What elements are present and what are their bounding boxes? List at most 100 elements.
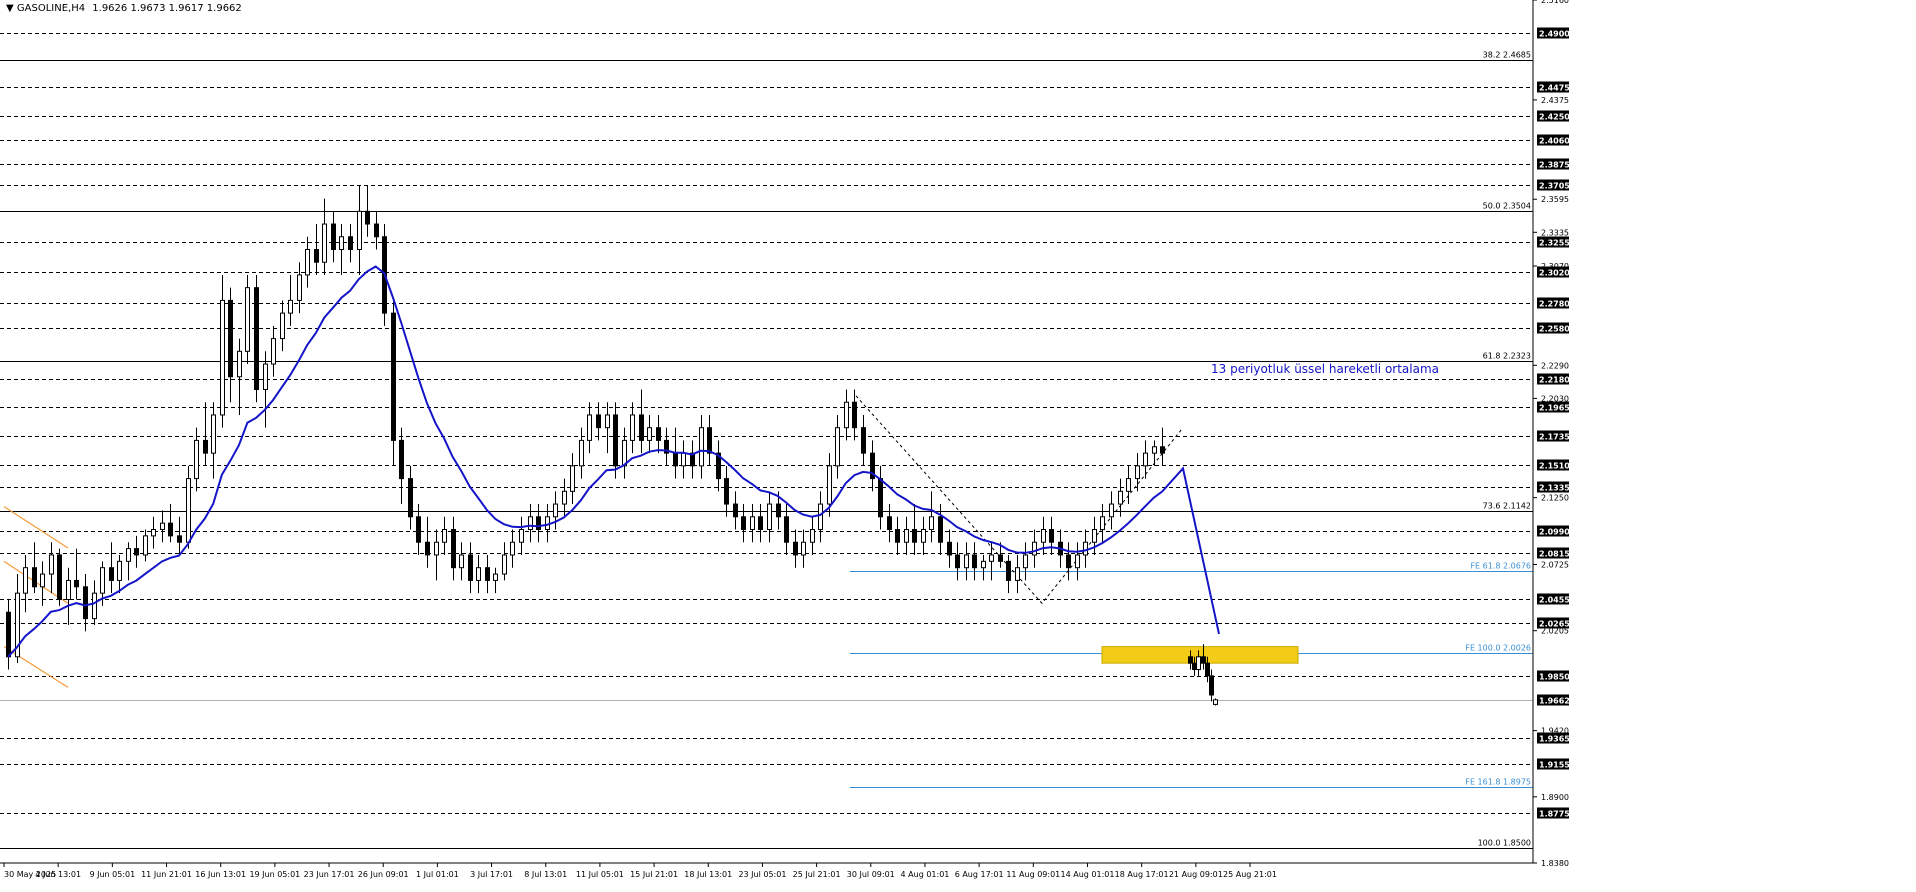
candle[interactable] [647,414,652,454]
candle[interactable] [570,453,575,505]
candle[interactable] [6,599,11,670]
candle[interactable] [160,510,165,543]
candle[interactable] [605,402,610,454]
candle[interactable] [23,554,28,613]
candle[interactable] [451,516,456,581]
candle[interactable] [126,542,131,581]
candle[interactable] [681,440,686,479]
candle[interactable] [297,262,302,314]
candle[interactable] [57,548,62,606]
candle[interactable] [476,554,481,594]
candle[interactable] [399,427,404,505]
candle[interactable] [288,274,293,326]
candle[interactable] [459,542,464,581]
candle[interactable] [271,325,276,377]
candle[interactable] [177,516,182,555]
candle[interactable] [536,504,541,543]
candle[interactable] [348,224,353,263]
candle[interactable] [374,211,379,250]
candle[interactable] [1209,669,1214,702]
candle[interactable] [305,236,310,288]
channel-line[interactable] [3,646,69,688]
candle[interactable] [510,529,515,568]
candle[interactable] [357,185,362,275]
candle[interactable] [228,287,233,403]
candle[interactable] [519,516,524,555]
candle[interactable] [254,274,259,403]
candle[interactable] [810,516,815,555]
candle[interactable] [724,465,729,517]
candle[interactable] [870,440,875,492]
candle[interactable] [613,402,618,479]
candle[interactable] [844,389,849,441]
candle[interactable] [1100,504,1105,543]
candle[interactable] [434,529,439,581]
candle[interactable] [1109,491,1114,530]
candle[interactable] [468,542,473,594]
candle[interactable] [186,465,191,549]
candle[interactable] [442,516,447,555]
candle[interactable] [793,529,798,568]
candle[interactable] [211,402,216,479]
candle[interactable] [1083,529,1088,568]
candle[interactable] [365,185,370,237]
candle[interactable] [716,440,721,492]
candle[interactable] [1213,698,1218,706]
candle[interactable] [861,414,866,466]
candle[interactable] [1066,542,1071,581]
candle[interactable] [1135,453,1140,492]
candle[interactable] [194,427,199,492]
candle[interactable] [1032,529,1037,568]
candle[interactable] [929,491,934,543]
candle[interactable] [767,491,772,543]
candle[interactable] [690,440,695,479]
candle[interactable] [280,300,285,352]
candle[interactable] [391,300,396,466]
channel-line[interactable] [3,506,69,549]
candle[interactable] [664,427,669,466]
candle[interactable] [83,574,88,632]
candle[interactable] [32,542,37,594]
candle[interactable] [1152,440,1157,466]
candle[interactable] [964,542,969,581]
candle[interactable] [339,224,344,275]
candle[interactable] [835,414,840,479]
candle[interactable] [245,274,250,365]
candle[interactable] [74,548,79,600]
candle[interactable] [733,491,738,530]
candle[interactable] [1092,516,1097,555]
candle[interactable] [972,542,977,581]
candle[interactable] [1049,516,1054,555]
candle[interactable] [425,516,430,568]
candle[interactable] [134,535,139,568]
candle[interactable] [630,402,635,454]
candle[interactable] [579,427,584,479]
candle[interactable] [66,567,71,625]
candle[interactable] [263,351,268,428]
candle[interactable] [587,402,592,454]
candle[interactable] [493,567,498,594]
candle[interactable] [904,516,909,555]
candle[interactable] [322,198,327,275]
price-chart[interactable]: 2.4900 2.4475 2.4250 2.4060 2.3875 2.3705 2.32… [0,0,1916,888]
candle[interactable] [502,542,507,581]
candle[interactable] [314,224,319,275]
candle[interactable] [117,554,122,594]
candle[interactable] [707,414,712,466]
candle[interactable] [15,574,20,664]
candle[interactable] [639,389,644,454]
candle[interactable] [699,414,704,479]
candle[interactable] [656,414,661,454]
candle[interactable] [801,529,806,568]
candle[interactable] [852,389,857,441]
candle[interactable] [220,274,225,428]
candle[interactable] [818,491,823,543]
candle[interactable] [553,491,558,530]
candle[interactable] [485,554,490,594]
candle[interactable] [1160,427,1165,466]
candle[interactable] [947,529,952,568]
candle[interactable] [1126,465,1131,505]
candle[interactable] [750,504,755,543]
collapse-triangle-icon[interactable]: ▼ [6,3,14,14]
candle[interactable] [237,338,242,415]
